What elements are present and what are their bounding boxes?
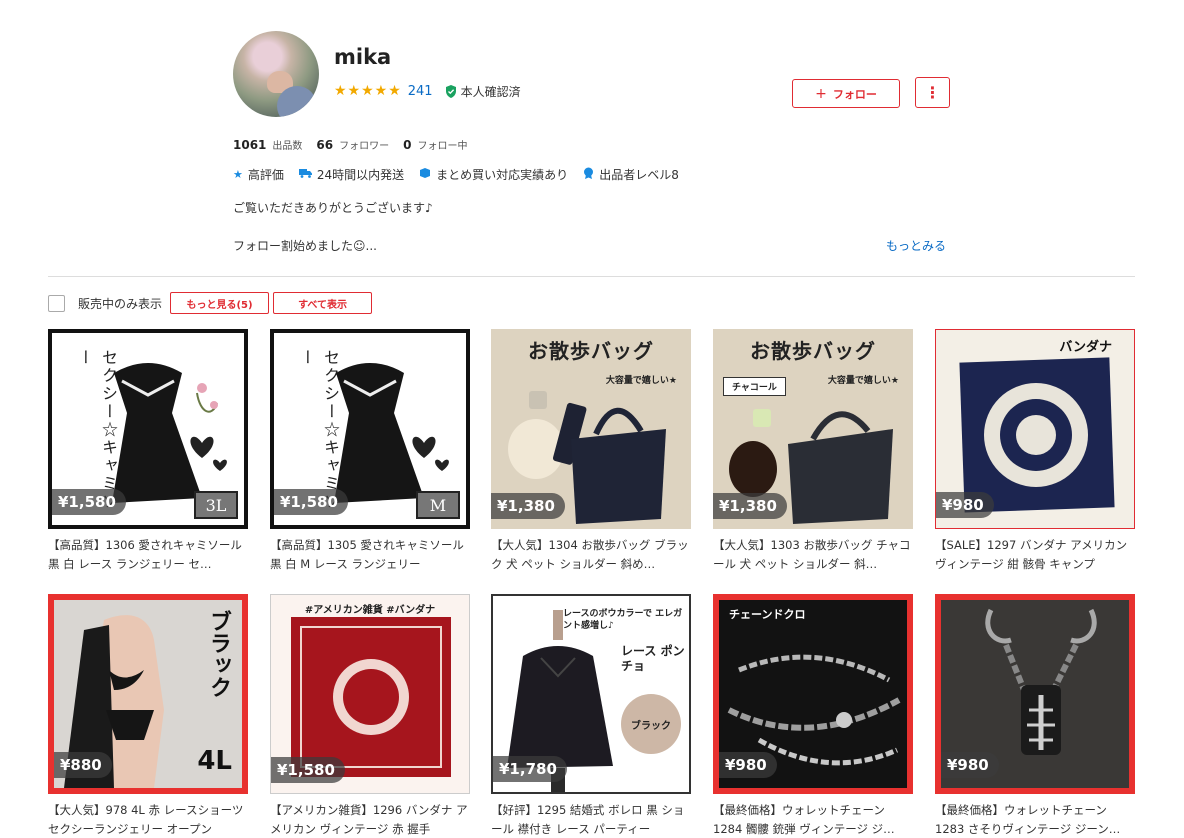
- seller-level-icon: [583, 167, 594, 182]
- profile-counts: 1061 出品数 66 フォロワー 0 フォロー中: [233, 137, 481, 152]
- badge-bundle: まとめ買い対応実績あり: [419, 166, 568, 183]
- bundle-icon: [419, 167, 431, 182]
- seller-badges: ★ 高評価 24時間以内発送 まとめ買い対応実績あり 出品者レベル8: [233, 166, 694, 183]
- rating-row: ★★★★★ 241 本人確認済: [334, 83, 521, 99]
- item-image[interactable]: チェーンドクロ ¥980: [713, 594, 913, 794]
- follow-label: フォロー: [832, 87, 877, 101]
- star-icon: ★: [233, 168, 243, 181]
- item-card[interactable]: ¥980 【最終価格】ウォレットチェーン 1283 さそりヴィンテージ ジーン…: [935, 594, 1135, 838]
- badge-label: 高評価: [247, 168, 284, 182]
- badge-label: 24時間以内発送: [316, 168, 405, 182]
- size-label: M: [416, 491, 460, 519]
- badge-seller-level: 出品者レベル8: [583, 166, 679, 183]
- show-more-link[interactable]: もっとみる: [886, 237, 946, 254]
- item-card[interactable]: ブラック 4L ¥880 【大人気】978 4L 赤 レースショーツ セクシーラ…: [48, 594, 248, 838]
- item-title[interactable]: 【高品質】1306 愛されキャミソール 黒 白 レース ランジェリー セ…: [48, 536, 248, 574]
- item-card[interactable]: セクシー☆キャミソー M ¥1,580 【高品質】1305 愛されキャミソール …: [270, 329, 470, 574]
- following-count[interactable]: 0: [403, 138, 411, 152]
- price-tag: ¥1,580: [274, 489, 348, 515]
- item-image[interactable]: #アメリカン雑貨 #バンダナ ¥1,580: [270, 594, 470, 794]
- item-card[interactable]: バンダナ ¥980 【SALE】1297 バンダナ アメリカン ヴィンテージ 紺…: [935, 329, 1135, 574]
- size-label: 3L: [194, 491, 238, 519]
- price-tag: ¥1,580: [52, 489, 126, 515]
- username: mika: [334, 45, 392, 69]
- kebab-menu-icon: ⋮: [924, 83, 941, 102]
- item-card[interactable]: #アメリカン雑貨 #バンダナ ¥1,580 【アメリカン雑貨】1296 バンダナ…: [270, 594, 470, 838]
- item-card[interactable]: レースのボウカラーで エレガント感増し♪ レース ポンチョ ブラック ¥1,78…: [491, 594, 691, 838]
- show-all-button[interactable]: すべて表示: [273, 292, 373, 314]
- item-image[interactable]: お散歩バッグ 大容量で嬉しい★ ¥1,380: [491, 329, 691, 529]
- more-options-button[interactable]: ⋮: [915, 77, 950, 108]
- item-title[interactable]: 【大人気】1303 お散歩バッグ チャコール 犬 ペット ショルダー 斜…: [713, 536, 913, 574]
- price-tag: ¥980: [936, 492, 994, 518]
- verified-badge: 本人確認済: [445, 83, 521, 100]
- followers-label[interactable]: フォロワー: [339, 137, 389, 152]
- item-card[interactable]: チェーンドクロ ¥980 【最終価格】ウォレットチェーン 1284 髑髏 銃弾 …: [713, 594, 913, 838]
- listings-label: 出品数: [272, 141, 303, 152]
- price-tag: ¥1,380: [491, 493, 565, 519]
- item-title[interactable]: 【SALE】1297 バンダナ アメリカン ヴィンテージ 紺 骸骨 キャンプ: [935, 536, 1135, 574]
- price-tag: ¥1,580: [271, 757, 345, 783]
- badge-label: まとめ買い対応実績あり: [436, 168, 569, 182]
- following-label[interactable]: フォロー中: [417, 137, 467, 152]
- verified-label: 本人確認済: [460, 84, 521, 99]
- item-image[interactable]: バンダナ ¥980: [935, 329, 1135, 529]
- price-tag: ¥1,780: [493, 756, 567, 782]
- profile-intro-line1: ご覧いただきありがとうございます♪: [233, 201, 433, 215]
- followers-count[interactable]: 66: [316, 138, 333, 152]
- item-title[interactable]: 【好評】1295 結婚式 ボレロ 黒 ショール 襟付き レース パーティー: [491, 801, 691, 838]
- item-title[interactable]: 【最終価格】ウォレットチェーン 1284 髑髏 銃弾 ヴィンテージ ジ…: [713, 801, 913, 838]
- follow-button[interactable]: + フォロー: [792, 79, 900, 108]
- item-title[interactable]: 【最終価格】ウォレットチェーン 1283 さそりヴィンテージ ジーン…: [935, 801, 1135, 838]
- item-card[interactable]: お散歩バッグ 大容量で嬉しい★ ¥1,380 【大人気】1304 お散歩バッグ …: [491, 329, 691, 574]
- price-tag: ¥980: [719, 752, 777, 778]
- item-title[interactable]: 【高品質】1305 愛されキャミソール 黒 白 M レース ランジェリー: [270, 536, 470, 574]
- price-tag: ¥1,380: [713, 493, 787, 519]
- badge-fast-shipping: 24時間以内発送: [298, 166, 405, 183]
- on-sale-only-checkbox[interactable]: [48, 294, 65, 312]
- profile-intro-line2: フォロー割始めました☺...: [233, 239, 377, 253]
- listings-count: 1061: [233, 138, 267, 152]
- item-title[interactable]: 【大人気】1304 お散歩バッグ ブラック 犬 ペット ショルダー 斜め…: [491, 536, 691, 574]
- item-image[interactable]: ¥980: [935, 594, 1135, 794]
- item-image[interactable]: セクシー☆キャミソー M ¥1,580: [270, 329, 470, 529]
- avatar[interactable]: [233, 31, 319, 117]
- rating-count-link[interactable]: 241: [408, 84, 433, 99]
- divider: [48, 276, 1135, 277]
- item-image[interactable]: ブラック 4L ¥880: [48, 594, 248, 794]
- item-image[interactable]: セクシー☆キャミソー 3L ¥1,580: [48, 329, 248, 529]
- price-tag: ¥880: [54, 752, 112, 778]
- item-card[interactable]: お散歩バッグ 大容量で嬉しい★ チャコール ¥1,380 【大人気】1303 お…: [713, 329, 913, 574]
- truck-icon: [298, 168, 312, 181]
- item-card[interactable]: セクシー☆キャミソー 3L ¥1,580 【高品質】1306 愛されキャミソール…: [48, 329, 248, 574]
- price-tag: ¥980: [941, 752, 999, 778]
- shield-check-icon: [445, 84, 456, 98]
- item-image[interactable]: レースのボウカラーで エレガント感増し♪ レース ポンチョ ブラック ¥1,78…: [491, 594, 691, 794]
- avatar-sleeve: [277, 86, 317, 117]
- see-more-button[interactable]: もっと見る(5): [170, 292, 270, 314]
- on-sale-only-label[interactable]: 販売中のみ表示: [78, 295, 162, 312]
- badge-high-rating: ★ 高評価: [233, 166, 284, 183]
- filter-row: 販売中のみ表示 もっと見る(5) すべて表示: [48, 292, 376, 314]
- item-title[interactable]: 【大人気】978 4L 赤 レースショーツ セクシーランジェリー オープン: [48, 801, 248, 838]
- item-title[interactable]: 【アメリカン雑貨】1296 バンダナ アメリカン ヴィンテージ 赤 握手: [270, 801, 470, 838]
- rating-stars-icon: ★★★★★: [334, 83, 402, 99]
- badge-label: 出品者レベル8: [599, 168, 679, 182]
- size-label: 4L: [197, 746, 232, 776]
- item-image[interactable]: お散歩バッグ 大容量で嬉しい★ チャコール ¥1,380: [713, 329, 913, 529]
- plus-icon: +: [815, 85, 827, 102]
